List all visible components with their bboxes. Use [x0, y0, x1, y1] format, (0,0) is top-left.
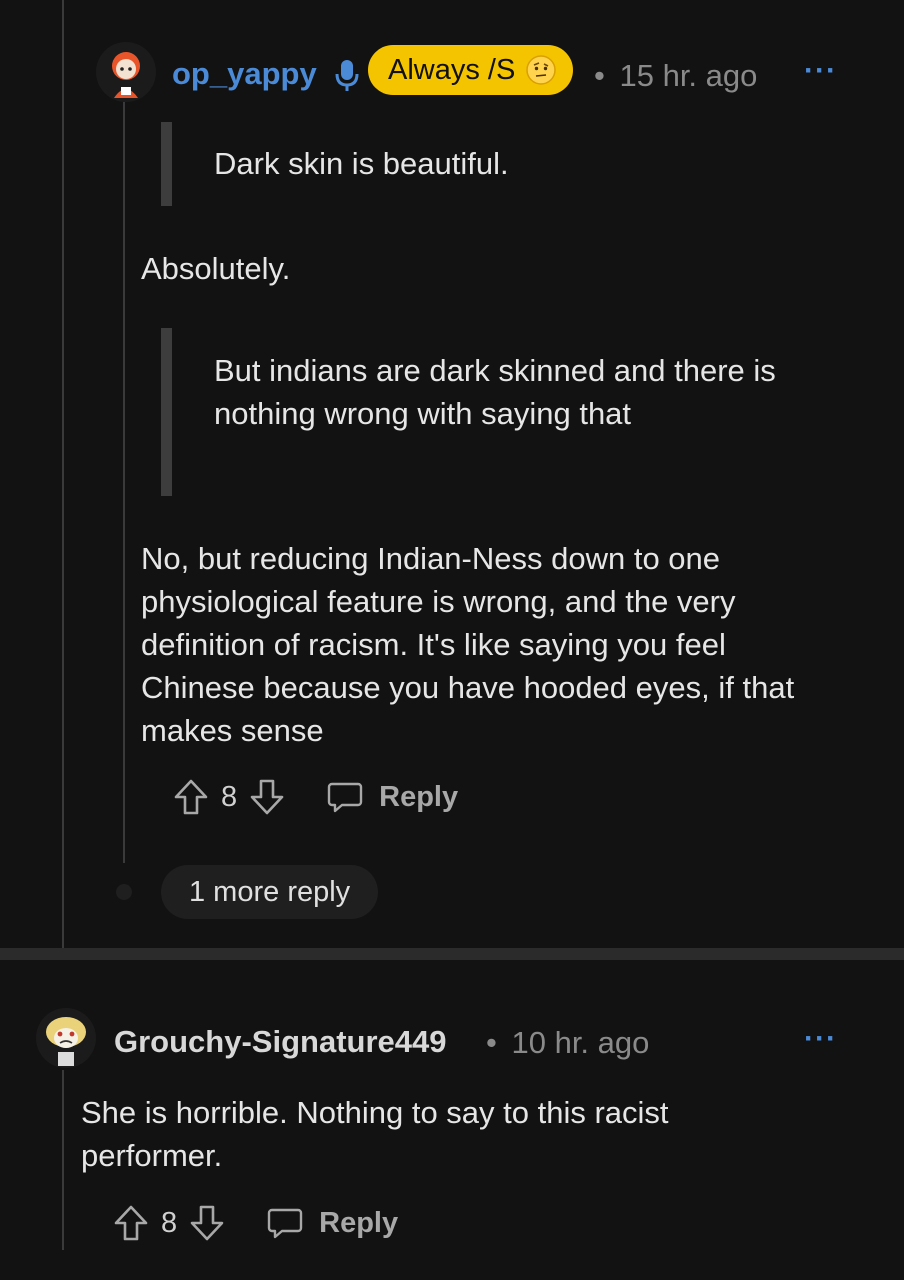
comment2-thread-line[interactable]: [62, 1070, 64, 1250]
user-avatar[interactable]: [36, 1008, 96, 1068]
flair-text: Always /S: [388, 53, 516, 86]
comment-meta: • 10 hr. ago: [486, 1025, 649, 1061]
quote-text: But indians are dark skinned and there i…: [214, 353, 776, 431]
username[interactable]: op_yappy: [172, 56, 317, 92]
mic-icon: [334, 58, 360, 92]
separator: •: [486, 1025, 497, 1060]
user-flair: Always /S: [368, 45, 574, 95]
quote-text: Dark skin is beautiful.: [214, 146, 509, 181]
collapsed-dot: [116, 884, 132, 900]
upvote-icon[interactable]: [173, 778, 209, 816]
comment-meta: • 15 hr. ago: [594, 58, 757, 94]
vote-count: 8: [161, 1206, 178, 1239]
comment-actions: 8 Reply: [173, 778, 458, 816]
upvote-icon[interactable]: [113, 1204, 149, 1242]
reply-button[interactable]: Reply: [267, 1206, 398, 1240]
vote-count: 8: [221, 780, 238, 813]
quote-bar: [161, 122, 172, 206]
snoo-avatar-icon: [36, 1008, 96, 1068]
separator: •: [594, 58, 605, 93]
comment-thread-line[interactable]: [123, 98, 125, 863]
comment-icon: [267, 1208, 303, 1239]
comment-actions: 8 Reply: [113, 1204, 398, 1242]
snoo-avatar-icon: [96, 42, 156, 102]
username[interactable]: Grouchy-Signature449: [114, 1024, 446, 1060]
comment-divider: [0, 948, 904, 960]
user-avatar[interactable]: [96, 42, 156, 102]
timestamp[interactable]: 15 hr. ago: [619, 58, 757, 93]
comment-icon: [327, 782, 363, 813]
more-options-button[interactable]: ···: [804, 1022, 837, 1056]
comment-text: No, but reducing Indian-Ness down to one…: [141, 541, 795, 748]
downvote-icon[interactable]: [189, 1204, 225, 1242]
emoji-icon: [526, 55, 557, 85]
outer-thread-line: [62, 0, 64, 950]
reply-button[interactable]: Reply: [327, 780, 458, 814]
quote-bar: [161, 328, 172, 496]
more-options-button[interactable]: ···: [804, 54, 837, 88]
comment-text: Absolutely.: [141, 251, 291, 286]
more-replies-button[interactable]: 1 more reply: [161, 865, 379, 919]
timestamp[interactable]: 10 hr. ago: [511, 1025, 649, 1060]
downvote-icon[interactable]: [249, 778, 285, 816]
comment-text: She is horrible. Nothing to say to this …: [81, 1095, 669, 1173]
reply-label: Reply: [319, 1206, 399, 1239]
reply-label: Reply: [379, 780, 459, 813]
